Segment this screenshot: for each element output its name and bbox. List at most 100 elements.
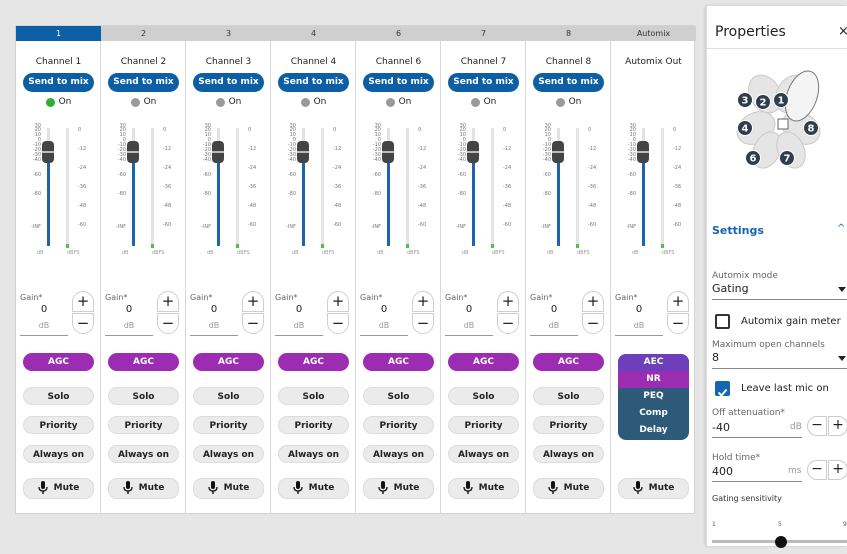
gain-increase-button[interactable]: +: [72, 291, 94, 312]
fader-group[interactable]: 30 20 10 0 -10 -20 -30 -40 -60 -80 -INF 0 -12 -24 -36-…: [191, 124, 267, 267]
hold-time-decrease-button[interactable]: −: [807, 460, 827, 480]
solo-button[interactable]: Solo: [193, 387, 264, 405]
on-indicator[interactable]: On: [186, 96, 271, 108]
fader-group[interactable]: 30 20 10 0 -10 -20 -30 -40 -60 -80 -INF 0 -12 -24 -36-…: [21, 124, 97, 267]
gain-decrease-button[interactable]: −: [327, 313, 349, 334]
gain-input[interactable]: 0: [615, 304, 663, 315]
gating-sensitivity-thumb[interactable]: [775, 536, 787, 548]
settings-header[interactable]: Settings: [712, 224, 764, 237]
gain-decrease-button[interactable]: −: [157, 313, 179, 334]
hold-time-input[interactable]: 400: [712, 465, 733, 478]
delay-block[interactable]: Delay: [618, 422, 689, 439]
leave-last-mic-checkbox[interactable]: [715, 381, 730, 397]
chevron-up-icon[interactable]: ^: [837, 223, 845, 234]
gain-increase-button[interactable]: +: [412, 291, 434, 312]
agc-button[interactable]: AGC: [23, 353, 94, 371]
always-on-button[interactable]: Always on: [363, 445, 434, 463]
mute-button[interactable]: Mute: [448, 478, 519, 499]
priority-button[interactable]: Priority: [448, 416, 519, 434]
gain-input[interactable]: 0: [190, 304, 238, 315]
channel-tab[interactable]: 1: [16, 26, 101, 41]
priority-button[interactable]: Priority: [533, 416, 604, 434]
always-on-button[interactable]: Always on: [448, 445, 519, 463]
fader-group[interactable]: 30 20 10 0 -10 -20 -30 -40 -60 -80 -INF 0 -12 -24 -36-…: [361, 124, 437, 267]
always-on-button[interactable]: Always on: [108, 445, 179, 463]
close-icon[interactable]: ×: [838, 24, 847, 39]
channel-tab[interactable]: 4: [271, 26, 356, 41]
automix-tab[interactable]: Automix: [611, 26, 696, 41]
priority-button[interactable]: Priority: [193, 416, 264, 434]
mute-button[interactable]: Mute: [193, 478, 264, 499]
fader-group[interactable]: 30 20 10 0 -10 -20 -30 -40 -60 -80 -INF 0 -12 -24 -36-…: [531, 124, 607, 267]
channel-tab[interactable]: 7: [441, 26, 526, 41]
priority-button[interactable]: Priority: [278, 416, 349, 434]
always-on-button[interactable]: Always on: [193, 445, 264, 463]
automix-mode-select[interactable]: Gating: [712, 282, 749, 295]
off-attenuation-decrease-button[interactable]: −: [807, 416, 827, 436]
gain-decrease-button[interactable]: −: [667, 313, 689, 334]
send-to-mix-button[interactable]: Send to mix: [108, 73, 179, 92]
send-to-mix-button[interactable]: Send to mix: [23, 73, 94, 92]
send-to-mix-button[interactable]: Send to mix: [448, 73, 519, 92]
agc-button[interactable]: AGC: [363, 353, 434, 371]
fader-group[interactable]: 30 20 10 0 -10 -20 -30 -40 -60 -80 -INF 0 -12 -24 -36-…: [616, 124, 692, 267]
gain-input[interactable]: 0: [530, 304, 578, 315]
agc-button[interactable]: AGC: [108, 353, 179, 371]
channel-tab[interactable]: 2: [101, 26, 186, 41]
on-indicator[interactable]: On: [356, 96, 441, 108]
agc-button[interactable]: AGC: [533, 353, 604, 371]
mute-button[interactable]: Mute: [108, 478, 179, 499]
gain-input[interactable]: 0: [20, 304, 68, 315]
solo-button[interactable]: Solo: [363, 387, 434, 405]
peq-block[interactable]: PEQ: [618, 388, 689, 405]
automix-gain-meter-checkbox[interactable]: [715, 314, 730, 329]
fader-handle[interactable]: [42, 141, 54, 163]
send-to-mix-button[interactable]: Send to mix: [278, 73, 349, 92]
channel-tab[interactable]: 6: [356, 26, 441, 41]
solo-button[interactable]: Solo: [533, 387, 604, 405]
aec-block[interactable]: AEC: [618, 354, 689, 371]
fader-handle[interactable]: [382, 141, 394, 163]
fader-handle[interactable]: [127, 141, 139, 163]
agc-button[interactable]: AGC: [193, 353, 264, 371]
processing-blocks[interactable]: AEC NR PEQ Comp Delay: [618, 354, 689, 440]
mute-button[interactable]: Mute: [278, 478, 349, 499]
always-on-button[interactable]: Always on: [278, 445, 349, 463]
agc-button[interactable]: AGC: [448, 353, 519, 371]
mute-button[interactable]: Mute: [23, 478, 94, 499]
send-to-mix-button[interactable]: Send to mix: [363, 73, 434, 92]
pickup-pattern-diagram[interactable]: 3 2 1 4 8 6 7: [707, 66, 847, 186]
gain-decrease-button[interactable]: −: [497, 313, 519, 334]
gain-increase-button[interactable]: +: [582, 291, 604, 312]
off-attenuation-input[interactable]: -40: [712, 421, 730, 434]
solo-button[interactable]: Solo: [108, 387, 179, 405]
gain-increase-button[interactable]: +: [497, 291, 519, 312]
channel-tab[interactable]: 3: [186, 26, 271, 41]
priority-button[interactable]: Priority: [23, 416, 94, 434]
gain-decrease-button[interactable]: −: [412, 313, 434, 334]
gain-input[interactable]: 0: [445, 304, 493, 315]
gain-increase-button[interactable]: +: [667, 291, 689, 312]
fader-group[interactable]: 30 20 10 0 -10 -20 -30 -40 -60 -80 -INF 0 -12 -24 -36-…: [446, 124, 522, 267]
always-on-button[interactable]: Always on: [23, 445, 94, 463]
on-indicator[interactable]: On: [101, 96, 186, 108]
fader-handle[interactable]: [552, 141, 564, 163]
gain-increase-button[interactable]: +: [157, 291, 179, 312]
gain-input[interactable]: 0: [105, 304, 153, 315]
mute-button[interactable]: Mute: [533, 478, 604, 499]
gain-increase-button[interactable]: +: [242, 291, 264, 312]
on-indicator[interactable]: On: [271, 96, 356, 108]
send-to-mix-button[interactable]: Send to mix: [193, 73, 264, 92]
solo-button[interactable]: Solo: [448, 387, 519, 405]
nr-block[interactable]: NR: [618, 371, 689, 388]
send-to-mix-button[interactable]: Send to mix: [533, 73, 604, 92]
mute-button[interactable]: Mute: [363, 478, 434, 499]
comp-block[interactable]: Comp: [618, 405, 689, 422]
mute-button[interactable]: Mute: [618, 478, 689, 499]
gain-decrease-button[interactable]: −: [72, 313, 94, 334]
hold-time-increase-button[interactable]: +: [828, 460, 847, 480]
fader-handle[interactable]: [212, 141, 224, 163]
fader-handle[interactable]: [467, 141, 479, 163]
off-attenuation-increase-button[interactable]: +: [828, 416, 847, 436]
gain-decrease-button[interactable]: −: [242, 313, 264, 334]
